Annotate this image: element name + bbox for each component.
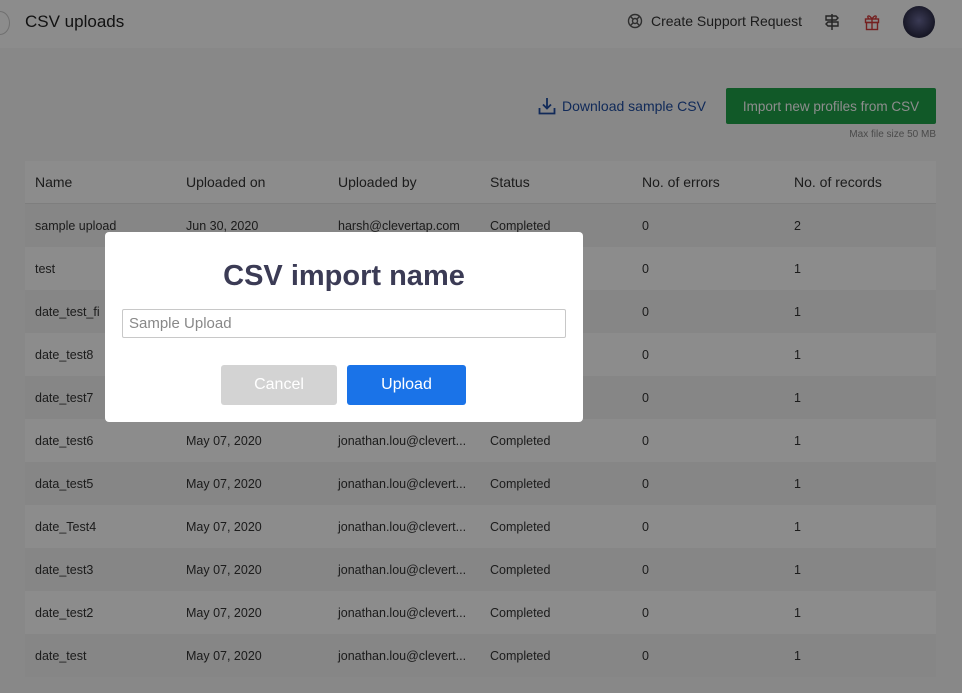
import-name-input[interactable] [122,309,566,338]
upload-button[interactable]: Upload [347,365,466,405]
dialog-title: CSV import name [105,260,583,293]
cancel-button[interactable]: Cancel [221,365,337,405]
csv-import-name-dialog: CSV import name Cancel Upload [105,232,583,422]
